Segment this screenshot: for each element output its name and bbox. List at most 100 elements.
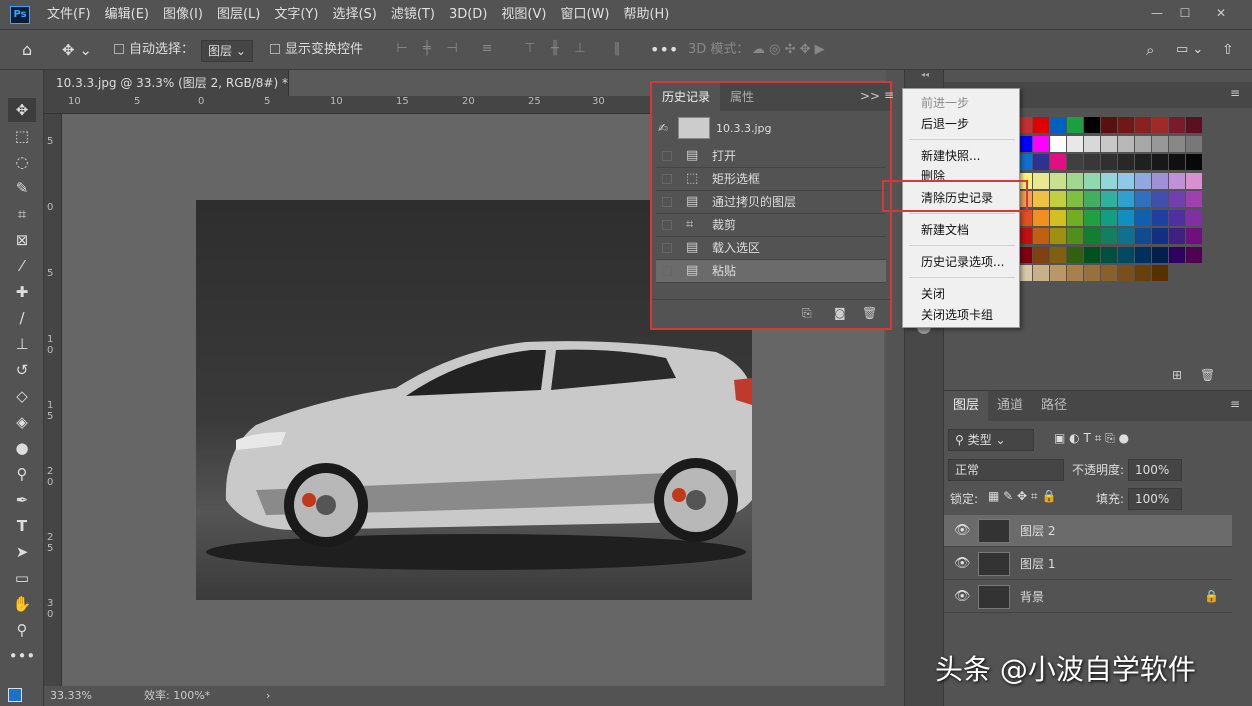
color-swatch[interactable] [1067,154,1083,170]
color-swatch[interactable] [1169,209,1185,226]
color-swatch[interactable] [1101,209,1117,226]
color-swatch[interactable] [1033,154,1049,170]
history-item[interactable]: ⌗ 裁剪 [656,214,886,237]
blend-mode-dropdown[interactable]: 正常 [948,459,1064,481]
search-icon[interactable]: ⌕ [1146,30,1154,70]
color-swatch[interactable] [1152,209,1168,226]
color-swatch[interactable] [1050,228,1066,244]
color-swatch[interactable] [1186,135,1202,152]
color-swatch[interactable] [1067,117,1083,133]
color-swatch[interactable] [1118,246,1134,263]
color-swatch[interactable] [1101,172,1117,189]
distribute-icon[interactable]: ≡ [480,42,494,56]
lock-icons[interactable]: ▦ ✎ ✥ ⌗ 🔒 [988,489,1056,504]
delete-swatch-icon[interactable]: 🗑 [1200,368,1215,382]
color-swatch[interactable] [1084,209,1100,226]
brush-tool-icon[interactable]: ∕ [8,306,36,330]
history-item[interactable]: ⬚ 矩形选框 [656,168,886,191]
new-swatch-icon[interactable]: ⊞ [1172,368,1182,382]
menu-filter[interactable]: 滤镜(T) [384,0,442,30]
healing-brush-icon[interactable]: ✚ [8,280,36,304]
color-swatch[interactable] [1101,135,1117,152]
layer-row[interactable]: 👁 图层 1 [944,548,1232,580]
menu-select[interactable]: 选择(S) [325,0,383,30]
color-swatch[interactable] [1050,209,1066,226]
history-brush-icon[interactable]: ✍ [658,121,668,135]
maximize-icon[interactable]: ☐ [1174,3,1196,23]
type-tool-icon[interactable]: T [8,514,36,538]
color-swatch[interactable] [1033,209,1049,226]
align-top-icon[interactable]: ⊤ [523,42,537,56]
fill-input[interactable]: 100% [1128,488,1182,510]
color-swatch[interactable] [1050,265,1066,281]
color-swatch[interactable] [1101,228,1117,244]
color-swatch[interactable] [1186,191,1202,207]
menu-close-tab-group[interactable]: 关闭选项卡组 [903,304,1019,326]
history-panel-menu-icon[interactable]: ≡ [884,88,894,102]
eye-icon[interactable]: 👁 [954,556,971,571]
eye-icon[interactable]: 👁 [954,589,971,604]
rectangle-tool-icon[interactable]: ▭ [8,566,36,590]
color-swatch[interactable] [1152,117,1168,133]
history-item[interactable]: ▤ 通过拷贝的图层 [656,191,886,214]
color-swatch[interactable] [1186,154,1202,170]
color-swatch[interactable] [1067,135,1083,152]
color-swatch[interactable] [1169,228,1185,244]
more-tools-icon[interactable]: ••• [8,644,36,668]
color-swatch[interactable] [1169,154,1185,170]
collapse-panel-icon[interactable]: >> [860,89,880,103]
color-swatch[interactable] [1033,265,1049,281]
history-snapshot[interactable]: ✍ 10.3.3.jpg [656,115,886,143]
color-swatch[interactable] [1152,228,1168,244]
history-checkbox[interactable] [662,220,672,230]
align-bottom-icon[interactable]: ⊥ [573,42,587,56]
color-swatch[interactable] [1169,135,1185,152]
layer-row[interactable]: 👁 图层 2 [944,515,1232,547]
color-swatch[interactable] [1084,228,1100,244]
align-right-icon[interactable]: ⊣ [445,42,459,56]
color-swatch[interactable] [1169,117,1185,133]
color-swatch[interactable] [1084,135,1100,152]
color-swatch[interactable] [1118,172,1134,189]
color-swatch[interactable] [1135,135,1151,152]
color-swatch[interactable] [1067,172,1083,189]
color-swatch[interactable] [1033,172,1049,189]
color-swatch[interactable] [1152,135,1168,152]
camera-icon[interactable]: ◙ [834,306,846,320]
color-swatch[interactable] [1118,209,1134,226]
pen-tool-icon[interactable]: ✒ [8,488,36,512]
workspace-icon[interactable]: ▭ ⌄ [1176,30,1203,70]
menu-close[interactable]: 关闭 [903,283,1019,305]
color-swatch[interactable] [1186,117,1202,133]
color-swatch[interactable] [1101,265,1117,281]
color-swatch[interactable] [1152,191,1168,207]
color-swatch[interactable] [1152,172,1168,189]
color-swatch[interactable] [1118,135,1134,152]
menu-new-document[interactable]: 新建文档 [903,219,1019,241]
color-swatch[interactable] [1101,117,1117,133]
color-swatch[interactable] [1118,117,1134,133]
collapse-icon[interactable]: ◂◂ [905,70,945,80]
move-tool-icon[interactable]: ✥ [8,98,36,122]
color-swatch[interactable] [1118,265,1134,281]
menu-image[interactable]: 图像(I) [156,0,210,30]
menu-file[interactable]: 文件(F) [40,0,98,30]
color-swatch[interactable] [1169,246,1185,263]
hand-tool-icon[interactable]: ✋ [8,592,36,616]
eye-icon[interactable]: 👁 [954,523,971,538]
panel-menu-icon[interactable]: ≡ [1230,397,1240,411]
color-swatch[interactable] [1101,191,1117,207]
color-swatch[interactable] [1135,246,1151,263]
path-select-icon[interactable]: ➤ [8,540,36,564]
color-swatch[interactable] [1135,228,1151,244]
menu-new-snapshot[interactable]: 新建快照... [903,145,1019,167]
menu-edit[interactable]: 编辑(E) [98,0,156,30]
quick-select-icon[interactable]: ✎ [8,176,36,200]
share-icon[interactable]: ⇧ [1222,30,1234,70]
frame-tool-icon[interactable]: ⊠ [8,228,36,252]
color-swatch[interactable] [1169,191,1185,207]
color-swatch[interactable] [1186,172,1202,189]
paint-bucket-icon[interactable]: ◈ [8,410,36,434]
color-swatch[interactable] [1067,246,1083,263]
more-icon[interactable]: ••• [650,30,678,70]
